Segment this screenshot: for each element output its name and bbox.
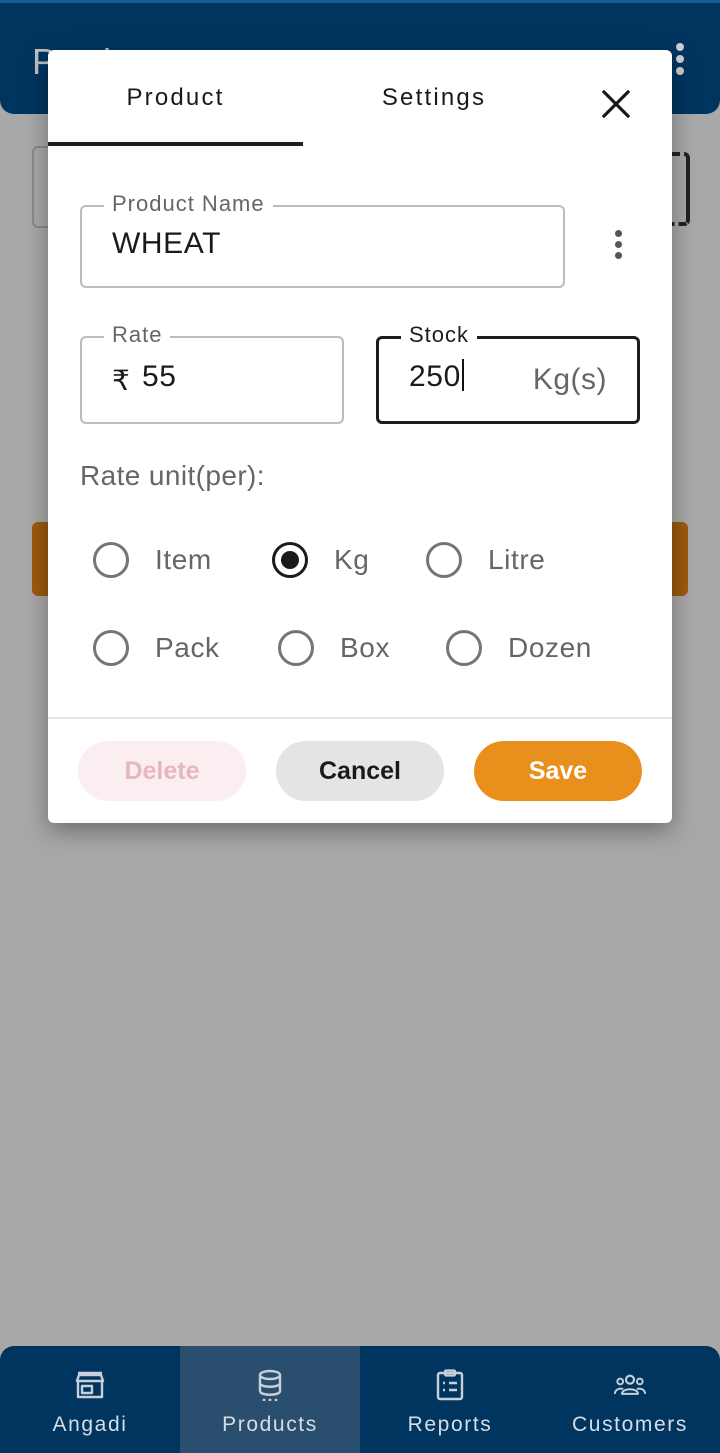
close-icon[interactable] xyxy=(598,86,634,122)
radio-kg[interactable]: Kg xyxy=(272,542,369,578)
rate-field[interactable]: Rate ₹ 55 xyxy=(80,322,344,424)
nav-angadi[interactable]: Angadi xyxy=(0,1346,180,1453)
divider xyxy=(48,717,672,719)
nav-reports[interactable]: Reports xyxy=(360,1346,540,1453)
radio-label: Pack xyxy=(155,632,220,663)
radio-item[interactable]: Item xyxy=(93,542,212,578)
radio-label: Dozen xyxy=(508,632,592,663)
save-button[interactable]: Save xyxy=(474,741,642,801)
tab-product[interactable]: Product xyxy=(48,50,303,146)
radio-circle[interactable] xyxy=(446,630,482,666)
cancel-button[interactable]: Cancel xyxy=(276,741,444,801)
stock-field[interactable]: Stock 250 Kg(s) xyxy=(376,322,640,424)
more-vert-icon[interactable] xyxy=(608,230,628,264)
stock-unit: Kg(s) xyxy=(532,363,607,396)
radio-pack[interactable]: Pack xyxy=(93,630,220,666)
radio-label: Item xyxy=(155,544,212,575)
rupee-symbol: ₹ xyxy=(112,365,130,396)
stock-label: Stock xyxy=(401,322,478,348)
stock-value: 250 xyxy=(409,360,461,393)
product-name-value: WHEAT xyxy=(112,227,222,260)
bottom-nav: Angadi Products Reports Customers xyxy=(0,1346,720,1453)
radio-circle[interactable] xyxy=(93,630,129,666)
group-icon xyxy=(614,1374,646,1395)
nav-customers[interactable]: Customers xyxy=(540,1346,720,1453)
radio-circle[interactable] xyxy=(93,542,129,578)
store-icon xyxy=(75,1371,105,1399)
rate-label: Rate xyxy=(104,322,171,348)
radio-label: Box xyxy=(340,632,391,663)
radio-label: Litre xyxy=(488,544,546,575)
nav-label: Products xyxy=(222,1413,318,1436)
nav-label: Reports xyxy=(407,1413,493,1436)
nav-products[interactable]: Products xyxy=(180,1346,360,1453)
tab-indicator xyxy=(48,142,303,146)
radio-circle[interactable] xyxy=(278,630,314,666)
nav-label: Customers xyxy=(572,1413,688,1436)
rate-value: 55 xyxy=(142,360,177,393)
clipboard-list-icon xyxy=(436,1369,464,1401)
product-name-label: Product Name xyxy=(104,191,273,217)
product-dialog: Product Settings Product Name WHEAT Rate… xyxy=(48,50,672,823)
text-caret xyxy=(461,359,464,391)
radio-dozen[interactable]: Dozen xyxy=(446,630,592,666)
database-icon xyxy=(258,1369,282,1401)
rate-unit-label: Rate unit(per): xyxy=(80,460,265,491)
tab-settings[interactable]: Settings xyxy=(306,50,562,146)
radio-box[interactable]: Box xyxy=(278,630,390,666)
radio-circle[interactable] xyxy=(272,542,308,578)
delete-button[interactable]: Delete xyxy=(78,741,246,801)
product-name-field[interactable]: Product Name WHEAT xyxy=(80,191,565,288)
stock-value-wrap: 250 xyxy=(409,359,464,394)
nav-label: Angadi xyxy=(52,1413,128,1436)
radio-circle[interactable] xyxy=(426,542,462,578)
radio-label: Kg xyxy=(334,544,370,575)
more-vert-icon[interactable] xyxy=(676,43,686,77)
radio-litre[interactable]: Litre xyxy=(426,542,545,578)
